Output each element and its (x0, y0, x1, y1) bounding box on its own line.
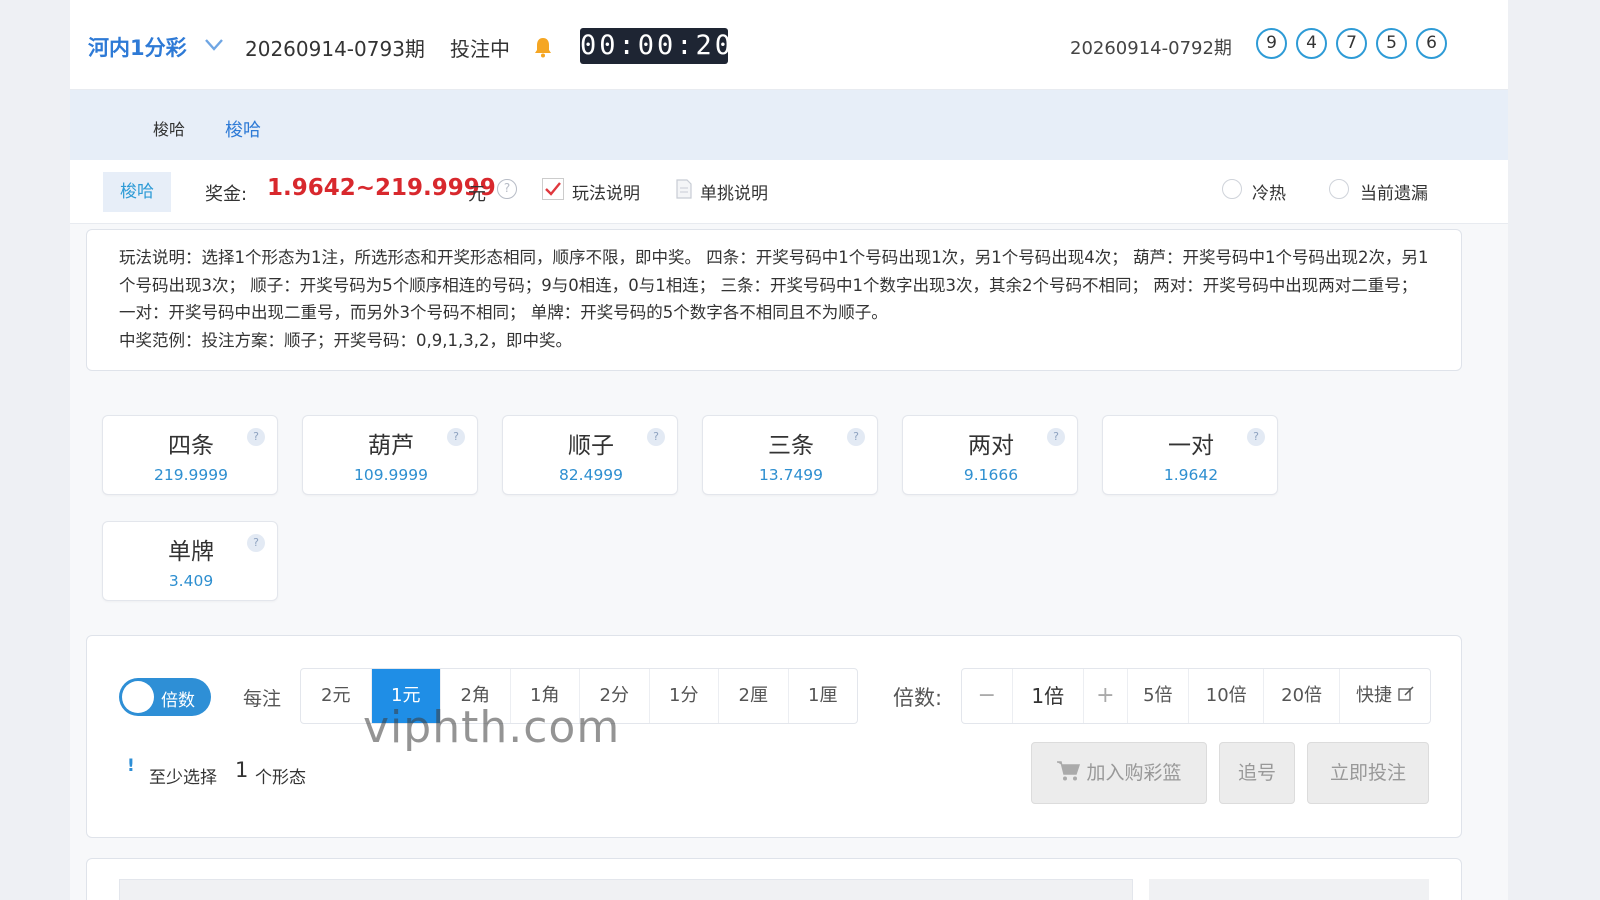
missing-label[interactable]: 当前遗漏 (1360, 179, 1428, 204)
shape-odds: 109.9999 (354, 466, 428, 484)
preset-multiplier[interactable]: 20倍 (1263, 669, 1338, 723)
play-tabs: 梭哈 梭哈 (70, 90, 1508, 160)
shape-card-straight[interactable]: 顺子 82.4999 ? (502, 415, 678, 495)
multiplier-stepper: − 1倍 + 5倍 10倍 20倍 快捷 (961, 668, 1431, 724)
shape-odds: 1.9642 (1163, 466, 1219, 484)
bell-icon (535, 38, 551, 58)
question-circle-icon[interactable]: ? (497, 179, 517, 199)
toggle-label: 倍数 (161, 691, 195, 711)
shape-odds: 13.7499 (758, 466, 824, 484)
hotcold-label[interactable]: 冷热 (1252, 179, 1286, 204)
missing-radio[interactable] (1329, 179, 1349, 199)
question-icon[interactable]: ? (247, 428, 265, 446)
question-icon[interactable]: ? (247, 534, 265, 552)
hint-suffix: 个形态 (255, 768, 306, 788)
tab-suoha-active[interactable]: 梭哈 (225, 116, 261, 142)
unit-option[interactable]: 1分 (648, 669, 719, 723)
single-bet-rules-link[interactable]: 单挑说明 (700, 179, 768, 204)
hint-count: 1 (235, 758, 249, 782)
draw-ball: 6 (1416, 28, 1447, 59)
shape-card-high-card[interactable]: 单牌 3.409 ? (102, 521, 278, 601)
bet-status: 投注中 (450, 37, 510, 61)
info-bar: 梭哈 奖金: 1.9642~219.9999 元 ? 玩法说明 单挑说明 冷热 … (70, 160, 1508, 224)
question-icon[interactable]: ? (1047, 428, 1065, 446)
per-bet-label: 每注 (243, 688, 282, 710)
unit-option[interactable]: 1厘 (787, 669, 858, 723)
draw-ball: 7 (1336, 28, 1367, 59)
unit-option[interactable]: 2厘 (718, 669, 788, 723)
bottom-panel (86, 858, 1462, 900)
tab-suoha-group[interactable]: 梭哈 (153, 116, 185, 140)
bet-now-button[interactable]: 立即投注 (1307, 742, 1429, 804)
multiplier-toggle[interactable]: 倍数 (119, 678, 211, 716)
prize-unit: 元 (468, 184, 486, 205)
shape-odds: 219.9999 (154, 466, 228, 484)
chevron-down-icon[interactable] (204, 38, 224, 52)
shape-odds: 3.409 (168, 572, 214, 590)
shape-card-one-pair[interactable]: 一对 1.9642 ? (1102, 415, 1278, 495)
edit-icon (1398, 686, 1414, 701)
quick-label: 快捷 (1356, 685, 1393, 706)
bottom-bar (119, 879, 1133, 900)
rules-checkbox[interactable] (542, 178, 564, 200)
question-icon[interactable]: ? (1247, 428, 1265, 446)
minus-button[interactable]: − (962, 669, 1012, 723)
draw-ball: 4 (1296, 28, 1327, 59)
rules-example: 中奖范例：投注方案：顺子；开奖号码：0,9,1,3,2，即中奖。 (119, 330, 572, 350)
shape-odds: 82.4999 (558, 466, 624, 484)
cart-icon (1057, 761, 1081, 781)
prize-value: 1.9642~219.9999 (267, 175, 496, 201)
question-icon[interactable]: ? (847, 428, 865, 446)
question-icon[interactable]: ? (447, 428, 465, 446)
draw-ball: 9 (1256, 28, 1287, 59)
rules-text: 玩法说明：选择1个形态为1注，所选形态和开奖形态相同，顺序不限，即中奖。 四条：… (119, 248, 1429, 322)
check-icon (545, 182, 561, 196)
add-to-cart-button[interactable]: 加入购彩篮 (1031, 742, 1207, 804)
add-to-cart-label: 加入购彩篮 (1086, 762, 1182, 784)
page: 河内1分彩 20260914-0793期 投注中 00:00:20 202609… (70, 0, 1508, 900)
question-icon[interactable]: ? (647, 428, 665, 446)
info-icon: ! (127, 756, 135, 776)
bottom-bar (1149, 879, 1429, 900)
preset-multiplier[interactable]: 10倍 (1188, 669, 1263, 723)
shape-card-full-house[interactable]: 葫芦 109.9999 ? (302, 415, 478, 495)
rules-description: 玩法说明：选择1个形态为1注，所选形态和开奖形态相同，顺序不限，即中奖。 四条：… (86, 229, 1462, 371)
plus-button[interactable]: + (1082, 669, 1127, 723)
countdown-timer: 00:00:20 (580, 28, 731, 64)
game-name[interactable]: 河内1分彩 (88, 32, 187, 62)
toggle-knob (122, 681, 154, 713)
subtab-suoha[interactable]: 梭哈 (103, 172, 171, 212)
multiplier-label: 倍数: (893, 686, 943, 710)
prize-label: 奖金: (205, 184, 248, 205)
draw-ball: 5 (1376, 28, 1407, 59)
watermark: viphth.com (363, 702, 621, 753)
chase-button[interactable]: 追号 (1219, 742, 1295, 804)
bet-panel: 倍数 每注 2元 1元 2角 1角 2分 1分 2厘 1厘 倍数: − 1倍 +… (86, 635, 1462, 838)
shape-card-two-pair[interactable]: 两对 9.1666 ? (902, 415, 1078, 495)
shape-odds: 9.1666 (963, 466, 1019, 484)
hint-prefix: 至少选择 (149, 768, 217, 788)
document-icon[interactable] (676, 179, 692, 199)
unit-option[interactable]: 2元 (301, 669, 371, 723)
header: 河内1分彩 20260914-0793期 投注中 00:00:20 202609… (70, 0, 1508, 90)
shape-card-three-of-a-kind[interactable]: 三条 13.7499 ? (702, 415, 878, 495)
preset-multiplier[interactable]: 5倍 (1126, 669, 1188, 723)
last-period: 20260914-0792期 (1070, 38, 1232, 59)
rules-toggle-label[interactable]: 玩法说明 (572, 179, 640, 204)
multiplier-input[interactable]: 1倍 (1011, 669, 1083, 723)
current-period: 20260914-0793期 (245, 37, 425, 61)
quick-button[interactable]: 快捷 (1338, 669, 1430, 723)
shape-card-four-of-a-kind[interactable]: 四条 219.9999 ? (102, 415, 278, 495)
last-draw-numbers: 9 4 7 5 6 (1256, 28, 1447, 59)
hotcold-radio[interactable] (1222, 179, 1242, 199)
